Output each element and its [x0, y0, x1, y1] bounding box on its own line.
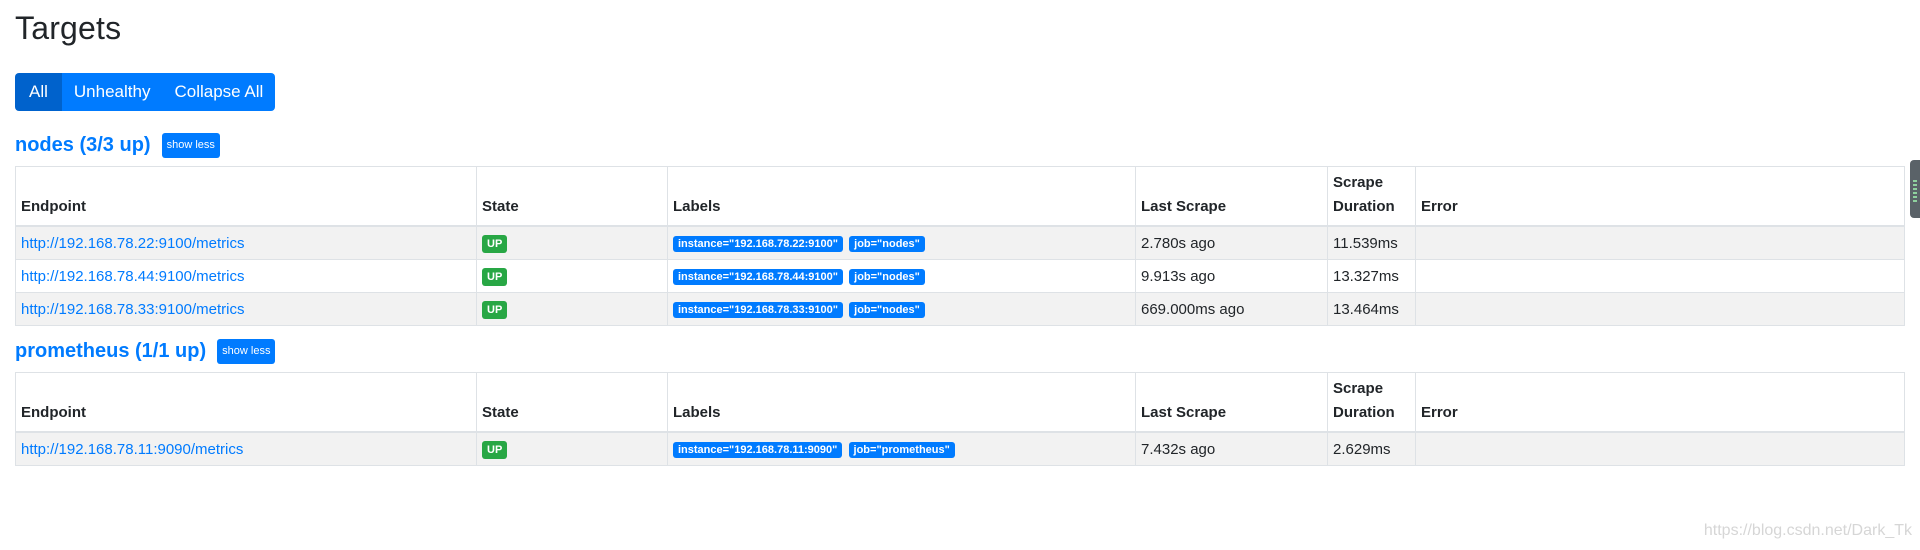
last-scrape-cell: 669.000ms ago	[1135, 292, 1328, 326]
filter-button-group: All Unhealthy Collapse All	[15, 73, 276, 111]
prometheus-group-header: prometheus (1/1 up) show less	[15, 339, 276, 364]
table-row: http://192.168.78.11:9090/metrics UP ins…	[15, 431, 1905, 466]
state-up-badge: UP	[482, 267, 508, 286]
instance-label-badge: instance="192.168.78.44:9100"	[673, 269, 843, 285]
labels-cell: instance="192.168.78.44:9100" job="nodes…	[667, 259, 1136, 293]
prometheus-targets-table: Endpoint State Labels Last Scrape Scrape…	[15, 372, 1905, 466]
state-cell: UP	[476, 431, 668, 466]
scrape-duration-cell: 11.539ms	[1327, 225, 1416, 260]
instance-label-badge: instance="192.168.78.33:9100"	[673, 302, 843, 318]
nodes-targets-table: Endpoint State Labels Last Scrape Scrape…	[15, 166, 1905, 326]
state-up-badge: UP	[482, 440, 508, 459]
job-label-badge: job="prometheus"	[848, 442, 955, 458]
state-cell: UP	[476, 225, 668, 260]
table-row: http://192.168.78.44:9100/metrics UP ins…	[15, 259, 1905, 293]
table-row: http://192.168.78.22:9100/metrics UP ins…	[15, 225, 1905, 260]
table-header-row: Endpoint State Labels Last Scrape Scrape…	[15, 372, 1905, 433]
table-header-row: Endpoint State Labels Last Scrape Scrape…	[15, 166, 1905, 227]
table-row: http://192.168.78.33:9100/metrics UP ins…	[15, 292, 1905, 326]
error-header: Error	[1415, 372, 1905, 433]
endpoint-link[interactable]: http://192.168.78.33:9100/metrics	[21, 301, 244, 318]
endpoint-header: Endpoint	[15, 372, 477, 433]
page-title: Targets	[15, 10, 122, 46]
error-cell	[1415, 431, 1905, 466]
job-label-badge: job="nodes"	[849, 236, 925, 252]
state-header: State	[476, 372, 668, 433]
last-scrape-header: Last Scrape	[1135, 372, 1328, 433]
endpoint-cell: http://192.168.78.11:9090/metrics	[15, 431, 477, 466]
job-label-badge: job="nodes"	[849, 302, 925, 318]
endpoint-header: Endpoint	[15, 166, 477, 227]
job-label-badge: job="nodes"	[849, 269, 925, 285]
last-scrape-cell: 9.913s ago	[1135, 259, 1328, 293]
endpoint-cell: http://192.168.78.44:9100/metrics	[15, 259, 477, 293]
endpoint-cell: http://192.168.78.33:9100/metrics	[15, 292, 477, 326]
unhealthy-filter-button[interactable]: Unhealthy	[61, 73, 163, 111]
side-scroll-handle[interactable]	[1910, 160, 1920, 218]
error-cell	[1415, 259, 1905, 293]
instance-label-badge: instance="192.168.78.11:9090"	[673, 442, 843, 458]
targets-page: Targets All Unhealthy Collapse All nodes…	[0, 0, 1920, 550]
all-filter-button[interactable]: All	[15, 73, 62, 111]
grip-icon	[1913, 180, 1917, 202]
instance-label-badge: instance="192.168.78.22:9100"	[673, 236, 843, 252]
endpoint-link[interactable]: http://192.168.78.44:9100/metrics	[21, 268, 244, 285]
prometheus-group-title[interactable]: prometheus (1/1 up)	[15, 340, 206, 363]
labels-header: Labels	[667, 166, 1136, 227]
endpoint-link[interactable]: http://192.168.78.11:9090/metrics	[21, 441, 243, 458]
endpoint-cell: http://192.168.78.22:9100/metrics	[15, 225, 477, 260]
scrape-duration-header: Scrape Duration	[1327, 372, 1416, 433]
nodes-group-title[interactable]: nodes (3/3 up)	[15, 134, 151, 157]
labels-cell: instance="192.168.78.11:9090" job="prome…	[667, 431, 1136, 466]
scrape-duration-cell: 2.629ms	[1327, 431, 1416, 466]
error-cell	[1415, 292, 1905, 326]
scrape-duration-cell: 13.327ms	[1327, 259, 1416, 293]
last-scrape-header: Last Scrape	[1135, 166, 1328, 227]
state-up-badge: UP	[482, 300, 508, 319]
nodes-group-header: nodes (3/3 up) show less	[15, 133, 220, 158]
state-cell: UP	[476, 259, 668, 293]
scrape-duration-cell: 13.464ms	[1327, 292, 1416, 326]
collapse-all-button[interactable]: Collapse All	[162, 73, 276, 111]
state-up-badge: UP	[482, 234, 508, 253]
labels-header: Labels	[667, 372, 1136, 433]
last-scrape-cell: 7.432s ago	[1135, 431, 1328, 466]
prometheus-show-less-button[interactable]: show less	[217, 339, 276, 364]
nodes-show-less-button[interactable]: show less	[161, 133, 220, 158]
endpoint-link[interactable]: http://192.168.78.22:9100/metrics	[21, 235, 244, 252]
watermark-text: https://blog.csdn.net/Dark_Tk	[1703, 522, 1912, 539]
labels-cell: instance="192.168.78.22:9100" job="nodes…	[667, 225, 1136, 260]
last-scrape-cell: 2.780s ago	[1135, 225, 1328, 260]
state-cell: UP	[476, 292, 668, 326]
error-header: Error	[1415, 166, 1905, 227]
scrape-duration-header: Scrape Duration	[1327, 166, 1416, 227]
state-header: State	[476, 166, 668, 227]
labels-cell: instance="192.168.78.33:9100" job="nodes…	[667, 292, 1136, 326]
error-cell	[1415, 225, 1905, 260]
